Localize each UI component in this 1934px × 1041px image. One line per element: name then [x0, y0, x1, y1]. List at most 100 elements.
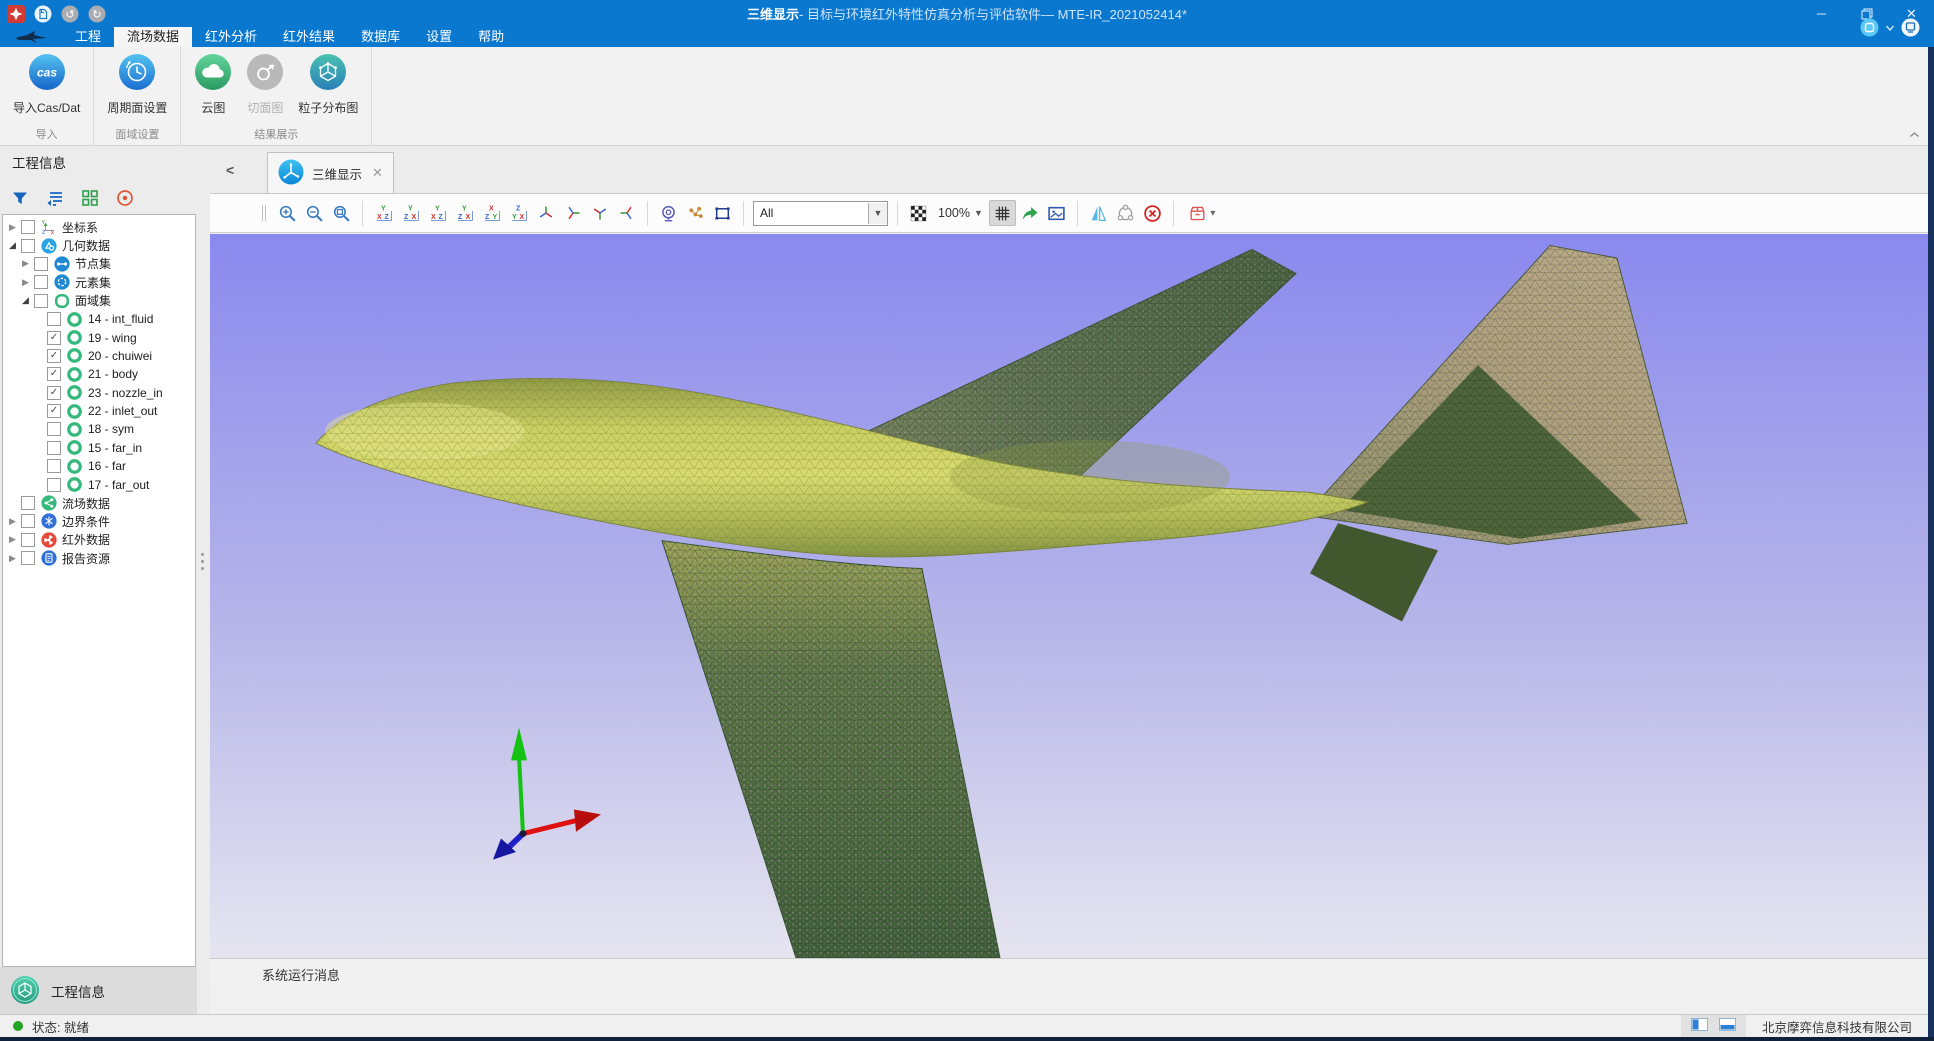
filter-button[interactable] [9, 187, 31, 209]
tree-item-checkbox[interactable]: ✓ [47, 367, 61, 381]
tree-item-checkbox[interactable] [47, 478, 61, 492]
tree-item[interactable]: 流场数据 [3, 494, 195, 512]
tab-scroll-left-button[interactable]: < [226, 162, 234, 178]
mesh-toggle-button[interactable] [989, 200, 1016, 226]
view-back-button[interactable]: ZYX [505, 200, 532, 226]
periodic-face-button[interactable]: 周期面设置 [100, 52, 174, 117]
tree-item-checkbox[interactable] [34, 294, 48, 308]
tree-item[interactable]: 15 - far_in [3, 439, 195, 457]
archive-button[interactable]: ▾ [1181, 200, 1223, 226]
tree-item[interactable]: 14 - int_fluid [3, 310, 195, 328]
tree-item-checkbox[interactable] [21, 239, 35, 253]
tree-item-checkbox[interactable] [34, 275, 48, 289]
tree-item[interactable]: 16 - far [3, 457, 195, 475]
tab-close-icon[interactable]: ✕ [372, 165, 383, 181]
expander-collapsed-icon[interactable]: ▶ [6, 516, 19, 527]
tree-item[interactable]: ✓21 - body [3, 365, 195, 383]
tree-item-checkbox[interactable]: ✓ [47, 404, 61, 418]
view-left-button[interactable]: YXZ [424, 200, 451, 226]
tree-item[interactable]: ◢几何数据 [3, 236, 195, 254]
view-right-button[interactable]: YZX [451, 200, 478, 226]
delete-button[interactable] [1139, 200, 1166, 226]
tree-item[interactable]: ▶报告资源 [3, 549, 195, 567]
menu-item-6[interactable]: 帮助 [465, 27, 517, 47]
redo-icon[interactable]: ↻ [88, 5, 106, 23]
outline-list-button[interactable] [44, 187, 66, 209]
view-iso-1-button[interactable] [532, 200, 559, 226]
tree-item-checkbox[interactable] [21, 533, 35, 547]
caret-down-icon[interactable]: ▾ [1210, 208, 1215, 219]
ribbon-collapse-button[interactable] [1909, 131, 1920, 142]
viewport-canvas[interactable] [210, 234, 1928, 958]
particle-trace-button[interactable] [682, 200, 709, 226]
zoom-fit-button[interactable] [328, 200, 355, 226]
expander-expanded-icon[interactable]: ◢ [6, 240, 19, 251]
view-iso-2-button[interactable] [559, 200, 586, 226]
particle-distribution-button[interactable]: 粒子分布图 [291, 52, 365, 117]
contour-button[interactable]: 云图 [187, 52, 239, 117]
tree-item-checkbox[interactable] [21, 220, 35, 234]
expander-collapsed-icon[interactable]: ▶ [6, 222, 19, 233]
expander-collapsed-icon[interactable]: ▶ [6, 534, 19, 545]
expander-collapsed-icon[interactable]: ▶ [19, 258, 32, 269]
export-button[interactable] [1016, 200, 1043, 226]
toolbar-drag-handle[interactable] [262, 205, 266, 221]
view-front-button[interactable]: XZY [478, 200, 505, 226]
undo-icon[interactable]: ↺ [61, 5, 79, 23]
tree-item[interactable]: ✓19 - wing [3, 328, 195, 346]
tree-item[interactable]: ✓20 - chuiwei [3, 347, 195, 365]
tree-item[interactable]: ✓22 - inlet_out [3, 402, 195, 420]
transparency-button[interactable] [905, 200, 932, 226]
tree-item-checkbox[interactable] [21, 496, 35, 510]
tree-item-checkbox[interactable] [47, 459, 61, 473]
tree-item[interactable]: ▶红外数据 [3, 531, 195, 549]
view-iso-4-button[interactable] [613, 200, 640, 226]
zoom-out-button[interactable] [301, 200, 328, 226]
zoom-in-button[interactable] [274, 200, 301, 226]
camera-button[interactable] [655, 200, 682, 226]
tree-item[interactable]: ✓23 - nozzle_in [3, 384, 195, 402]
display-filter-combo[interactable]: All▼ [753, 201, 888, 226]
menu-item-0[interactable]: 工程 [62, 27, 114, 47]
tree-item-checkbox[interactable] [47, 422, 61, 436]
locate-target-button[interactable] [114, 187, 136, 209]
tree-item[interactable]: ▶边界条件 [3, 512, 195, 530]
expander-collapsed-icon[interactable]: ▶ [19, 277, 32, 288]
menu-item-5[interactable]: 设置 [413, 27, 465, 47]
view-top-button[interactable]: YZX [397, 200, 424, 226]
tree-item-checkbox[interactable]: ✓ [47, 331, 61, 345]
tree-item-checkbox[interactable]: ✓ [47, 386, 61, 400]
tree-item[interactable]: ◢面域集 [3, 292, 195, 310]
theme-icon[interactable] [1860, 18, 1879, 37]
mirror-button[interactable] [1085, 200, 1112, 226]
box-select-button[interactable] [709, 200, 736, 226]
tree-item-checkbox[interactable] [21, 514, 35, 528]
layout-bottom-panel-button[interactable] [1719, 1018, 1736, 1034]
view-iso-3-button[interactable] [586, 200, 613, 226]
import-cas-button[interactable]: cas导入Cas/Dat [6, 52, 87, 117]
expander-collapsed-icon[interactable]: ▶ [6, 553, 19, 564]
help-icon[interactable] [1901, 18, 1920, 37]
tree-item-checkbox[interactable] [34, 257, 48, 271]
panel-bottom-tab[interactable]: 工程信息 [0, 967, 197, 1015]
menu-item-3[interactable]: 红外结果 [270, 27, 348, 47]
snapshot-button[interactable] [1043, 200, 1070, 226]
panel-splitter-handle[interactable] [200, 553, 204, 579]
minimize-button[interactable]: ─ [1799, 0, 1844, 27]
caret-down-icon[interactable] [1886, 25, 1894, 31]
save-icon[interactable] [34, 5, 52, 23]
tree-item[interactable]: 17 - far_out [3, 475, 195, 493]
tab-3d-view[interactable]: 三维显示 ✕ [267, 152, 394, 193]
zoom-level-dropdown[interactable]: 100%▼ [932, 206, 989, 220]
tree-item-checkbox[interactable] [47, 441, 61, 455]
expander-expanded-icon[interactable]: ◢ [19, 295, 32, 306]
tree-item[interactable]: ▶YZX坐标系 [3, 218, 195, 236]
tree-item[interactable]: 18 - sym [3, 420, 195, 438]
view-bottom-button[interactable]: YXZ [370, 200, 397, 226]
layout-left-panel-button[interactable] [1691, 1018, 1708, 1034]
combo-arrow-icon[interactable]: ▼ [868, 203, 887, 224]
menu-item-4[interactable]: 数据库 [348, 27, 413, 47]
menu-item-1[interactable]: 流场数据 [114, 27, 192, 47]
tree-item-checkbox[interactable]: ✓ [47, 349, 61, 363]
tree-item[interactable]: ▶元素集 [3, 273, 195, 291]
